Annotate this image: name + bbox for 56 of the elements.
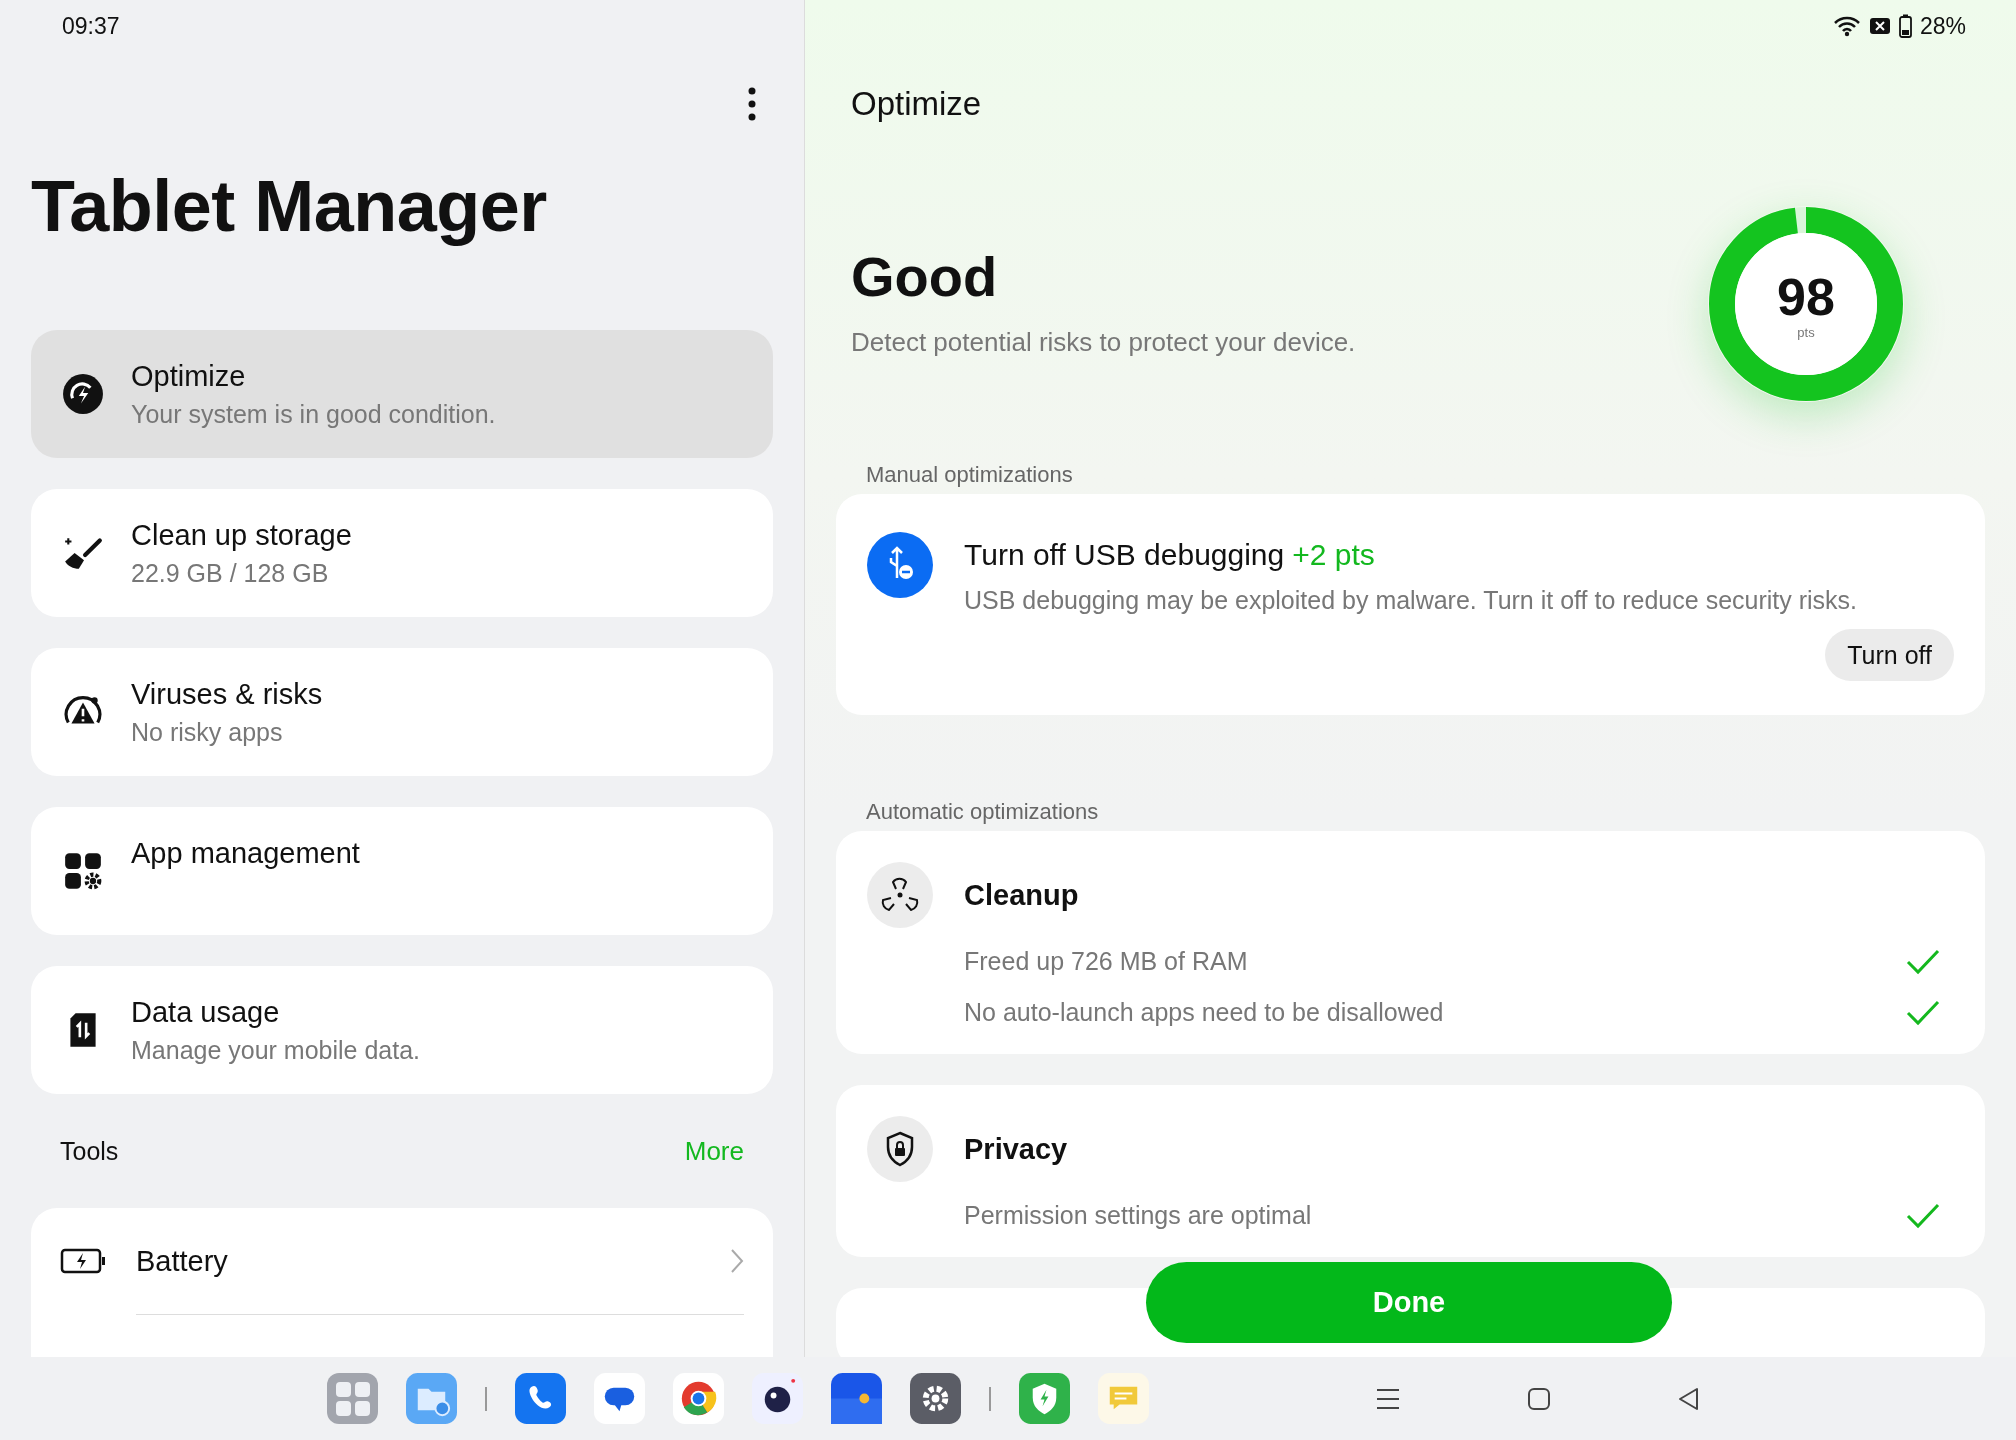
apps-gear-icon bbox=[62, 850, 104, 892]
more-menu-icon[interactable] bbox=[748, 87, 756, 121]
section-label: Automatic optimizations bbox=[865, 798, 1100, 826]
battery-percent: 28% bbox=[1919, 12, 1966, 40]
check-result: Permission settings are optimal bbox=[964, 1201, 1312, 1230]
optimization-title: Turn off USB debugging bbox=[964, 538, 1285, 571]
check-result: No auto-launch apps need to be disallowed bbox=[964, 998, 1444, 1027]
item-subtitle: Manage your mobile data. bbox=[131, 1035, 421, 1066]
camera-lens-icon[interactable] bbox=[752, 1373, 803, 1424]
sidebar-item[interactable]: Clean up storage 22.9 GB / 128 GB bbox=[31, 489, 773, 617]
item-title: Viruses & risks bbox=[131, 677, 323, 712]
health-description: Detect potential risks to protect your device. bbox=[851, 327, 1356, 358]
sidebar-item[interactable]: App management bbox=[31, 807, 773, 935]
item-subtitle: 22.9 GB / 128 GB bbox=[131, 558, 330, 589]
group-title: Cleanup bbox=[964, 878, 1079, 912]
group-title: Privacy bbox=[964, 1132, 1068, 1166]
phone-icon[interactable] bbox=[515, 1373, 566, 1424]
settings-icon[interactable] bbox=[910, 1373, 961, 1424]
clock-time: 09:37 bbox=[62, 12, 120, 40]
no-sim-icon bbox=[1868, 17, 1891, 35]
item-title: App management bbox=[131, 836, 360, 871]
item-title: Clean up storage bbox=[131, 518, 352, 553]
back-icon[interactable] bbox=[1677, 1386, 1701, 1411]
shield-lock-icon bbox=[867, 1116, 933, 1182]
score-value: 98 bbox=[1777, 268, 1835, 325]
wifi-icon bbox=[1832, 15, 1861, 37]
fan-icon bbox=[867, 862, 933, 928]
sidebar-item[interactable]: Optimize Your system is in good condition. bbox=[31, 330, 773, 458]
menu-icon[interactable] bbox=[1375, 1387, 1401, 1410]
check-result: Freed up 726 MB of RAM bbox=[964, 947, 1248, 976]
item-subtitle: No risky apps bbox=[131, 717, 284, 748]
battery-icon bbox=[60, 1248, 106, 1274]
item-title: Optimize bbox=[131, 359, 247, 394]
points-label: +2 pts bbox=[1292, 538, 1375, 571]
item-title: Data usage bbox=[131, 995, 281, 1030]
section-label: Manual optimizations bbox=[865, 461, 1074, 489]
screen-title: Optimize bbox=[850, 84, 983, 124]
shield-bolt-icon[interactable] bbox=[1019, 1373, 1070, 1424]
usb-icon bbox=[867, 532, 933, 598]
battery-level-icon bbox=[1898, 14, 1912, 38]
item-subtitle: Your system is in good condition. bbox=[131, 399, 496, 430]
section-label: Tools bbox=[60, 1136, 119, 1166]
gauge-bolt-icon bbox=[62, 373, 104, 415]
optimization-description: USB debugging may be exploited by malware. Turn it off to reduce security risks. bbox=[964, 586, 1858, 615]
score-unit: pts bbox=[1797, 324, 1815, 340]
sidebar-item[interactable]: Viruses & risks No risky apps bbox=[31, 648, 773, 776]
browser-icon[interactable] bbox=[673, 1373, 724, 1424]
turn-off-button[interactable]: Turn off bbox=[1825, 629, 1954, 681]
chat-bubble-icon[interactable] bbox=[594, 1373, 645, 1424]
sidebar-item[interactable]: Data usage Manage your mobile data. bbox=[31, 966, 773, 1094]
chevron-right-icon bbox=[730, 1248, 744, 1274]
page-title: Tablet Manager bbox=[31, 165, 548, 248]
home-square-icon[interactable] bbox=[1527, 1386, 1551, 1411]
weather-icon[interactable] bbox=[831, 1373, 882, 1424]
health-status: Good bbox=[851, 244, 999, 309]
folder-clock-icon[interactable] bbox=[406, 1373, 457, 1424]
